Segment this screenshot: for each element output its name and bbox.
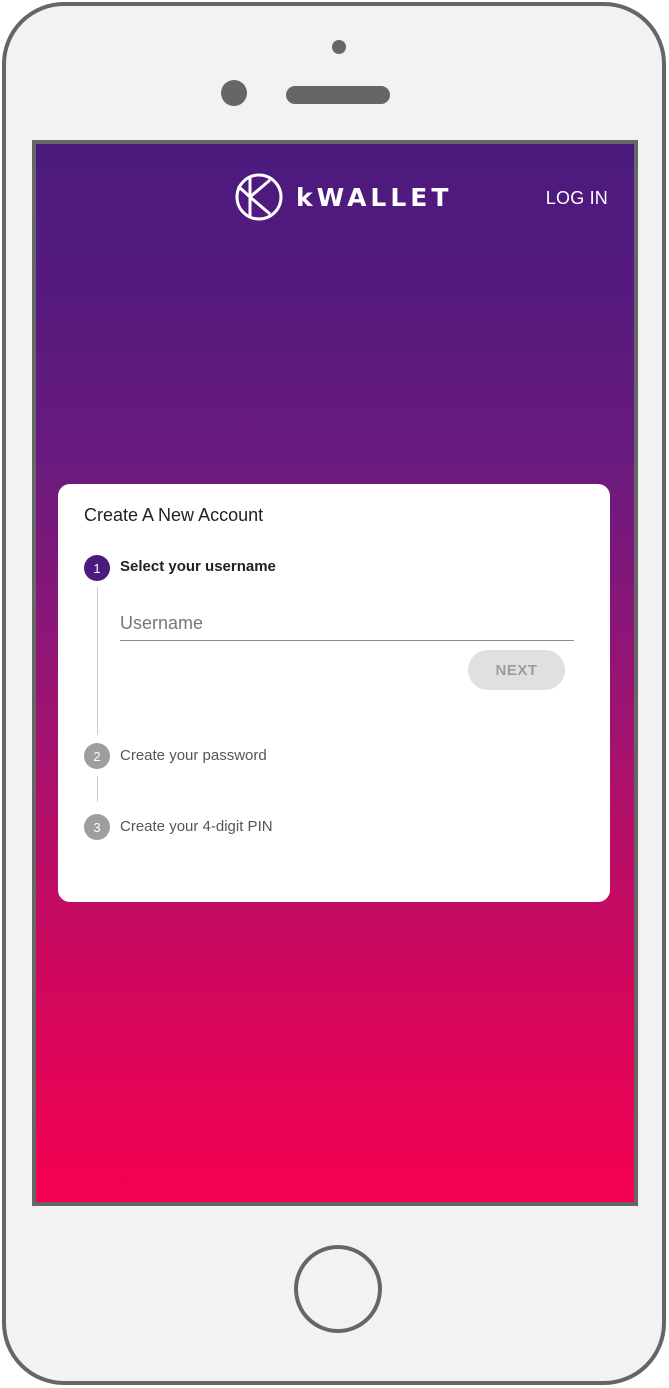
step-connector <box>97 776 98 802</box>
brand-logo: kWALLET <box>234 172 452 222</box>
home-button[interactable] <box>294 1245 382 1333</box>
step-1-label: Select your username <box>120 558 276 575</box>
username-input[interactable] <box>120 611 574 641</box>
login-link[interactable]: LOG IN <box>546 188 608 209</box>
next-button[interactable]: NEXT <box>468 650 565 690</box>
front-camera <box>332 40 346 54</box>
step-1-badge: 1 <box>84 555 110 581</box>
step-2-label: Create your password <box>120 747 267 764</box>
signup-card: Create A New Account 1 Select your usern… <box>58 484 610 902</box>
step-3-label: Create your 4-digit PIN <box>120 818 273 835</box>
top-bar: kWALLET LOG IN <box>36 144 634 254</box>
step-2-badge: 2 <box>84 743 110 769</box>
earpiece-speaker <box>286 86 390 104</box>
step-3-badge: 3 <box>84 814 110 840</box>
step-connector <box>97 587 98 735</box>
app-screen: kWALLET LOG IN Create A New Account 1 Se… <box>32 140 638 1206</box>
card-title: Create A New Account <box>84 505 264 525</box>
proximity-sensor <box>221 80 247 106</box>
k-logo-icon <box>235 173 283 221</box>
brand-name: kWALLET <box>296 182 453 212</box>
